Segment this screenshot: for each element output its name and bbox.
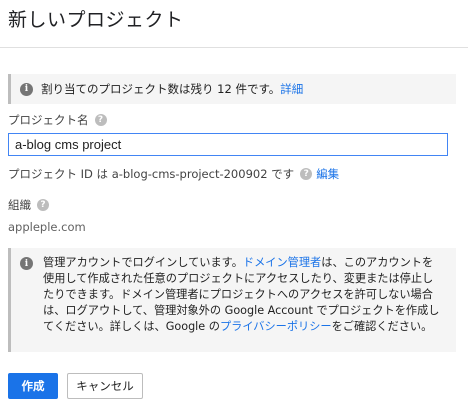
quota-banner: i 割り当てのプロジェクト数は残り 12 件です。詳細 <box>8 74 456 104</box>
notice-text-3: をご確認ください。 <box>331 320 433 333</box>
organization-label: 組織 ? <box>8 197 49 213</box>
create-button[interactable]: 作成 <box>8 373 58 399</box>
project-id-line: プロジェクト ID は a-blog-cms-project-200902 です… <box>8 166 339 182</box>
project-name-label-text: プロジェクト名 <box>8 113 89 127</box>
organization-label-text: 組織 <box>8 198 31 212</box>
page-title: 新しいプロジェクト <box>8 9 184 31</box>
domain-admin-link[interactable]: ドメイン管理者 <box>243 256 321 269</box>
info-icon: i <box>20 257 33 270</box>
help-icon[interactable]: ? <box>37 199 49 211</box>
notice-text: 管理アカウントでログインしています。ドメイン管理者は、このアカウントを使用して作… <box>43 255 443 352</box>
notice-text-1: 管理アカウントでログインしています。 <box>43 256 243 269</box>
organization-value: appleple.com <box>8 220 86 234</box>
cancel-button[interactable]: キャンセル <box>67 373 143 399</box>
quota-text: 割り当てのプロジェクト数は残り 12 件です。 <box>41 82 281 96</box>
project-id-text: プロジェクト ID は a-blog-cms-project-200902 です <box>8 167 295 181</box>
managed-account-notice: i 管理アカウントでログインしています。ドメイン管理者は、このアカウントを使用し… <box>8 248 456 352</box>
project-name-input[interactable] <box>8 133 448 156</box>
quota-details-link[interactable]: 詳細 <box>280 82 303 96</box>
quota-message: 割り当てのプロジェクト数は残り 12 件です。詳細 <box>41 81 303 97</box>
title-divider <box>0 47 468 48</box>
project-name-label: プロジェクト名 ? <box>8 112 107 128</box>
help-icon[interactable]: ? <box>94 114 107 126</box>
info-icon: i <box>20 82 33 96</box>
privacy-policy-link[interactable]: プライバシーポリシー <box>220 320 332 333</box>
help-icon[interactable]: ? <box>300 168 313 180</box>
edit-project-id-link[interactable]: 編集 <box>316 166 339 182</box>
